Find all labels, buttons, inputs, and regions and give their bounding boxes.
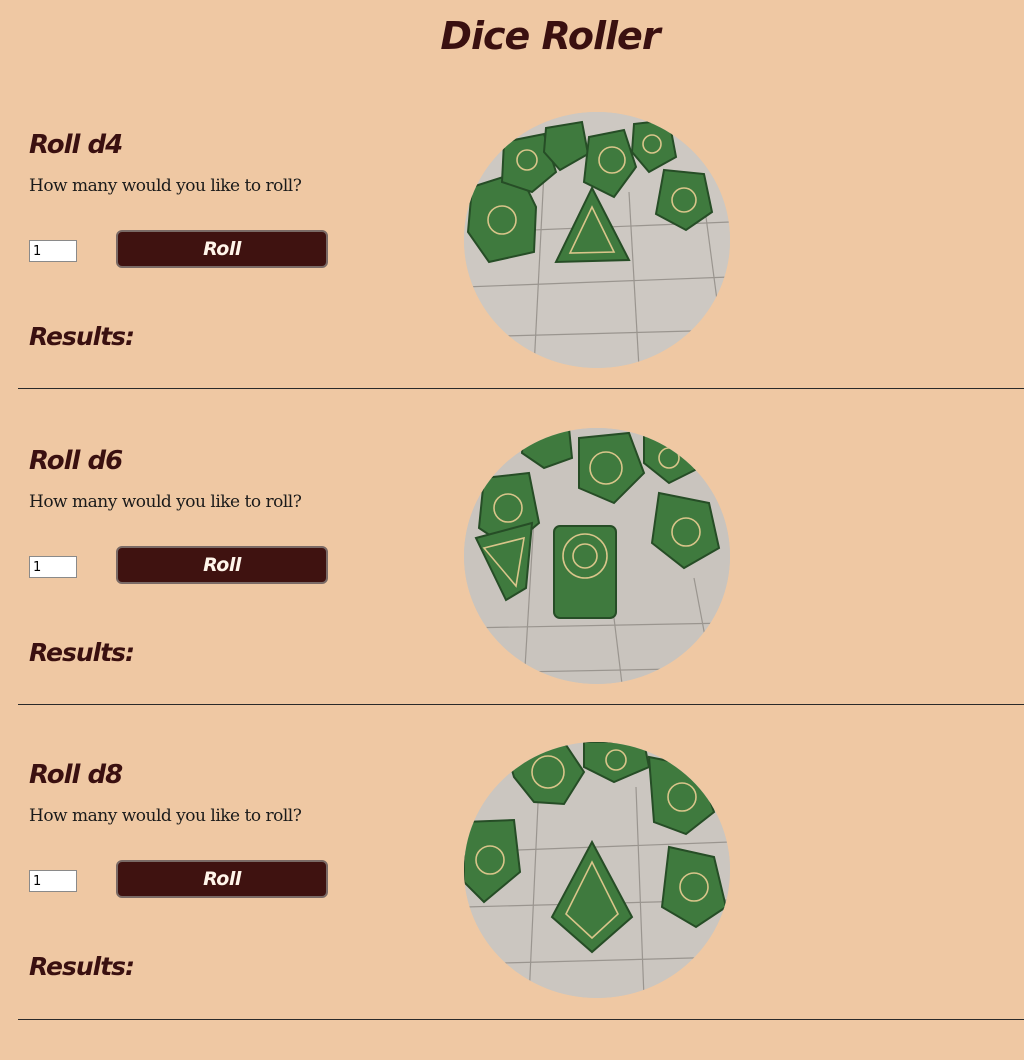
dice-photo-icon — [464, 428, 730, 684]
d4-dice-photo — [464, 112, 730, 368]
dice-photo-icon — [464, 742, 730, 998]
d6-roller-section: Roll d6 How many would you like to roll?… — [0, 428, 1024, 746]
d6-heading: Roll d6 — [29, 446, 123, 476]
d4-roller-section: Roll d4 How many would you like to roll?… — [0, 112, 1024, 430]
dice-photo-icon — [464, 112, 730, 368]
d4-heading: Roll d4 — [29, 130, 123, 160]
page-title: Dice Roller — [440, 14, 660, 58]
section-divider — [18, 704, 1024, 705]
d6-quantity-input[interactable] — [29, 556, 77, 578]
d4-results-label: Results: — [29, 322, 135, 351]
d6-prompt: How many would you like to roll? — [29, 492, 302, 512]
d8-roller-section: Roll d8 How many would you like to roll?… — [0, 742, 1024, 1060]
d6-results-label: Results: — [29, 638, 135, 667]
d8-dice-photo — [464, 742, 730, 998]
d8-results-label: Results: — [29, 952, 135, 981]
d4-prompt: How many would you like to roll? — [29, 176, 302, 196]
d4-roll-button[interactable]: Roll — [116, 230, 328, 268]
d8-prompt: How many would you like to roll? — [29, 806, 302, 826]
d6-roll-button[interactable]: Roll — [116, 546, 328, 584]
d8-quantity-input[interactable] — [29, 870, 77, 892]
d8-roll-button[interactable]: Roll — [116, 860, 328, 898]
d4-quantity-input[interactable] — [29, 240, 77, 262]
d6-dice-photo — [464, 428, 730, 684]
section-divider — [18, 1019, 1024, 1020]
section-divider — [18, 388, 1024, 389]
d8-heading: Roll d8 — [29, 760, 123, 790]
